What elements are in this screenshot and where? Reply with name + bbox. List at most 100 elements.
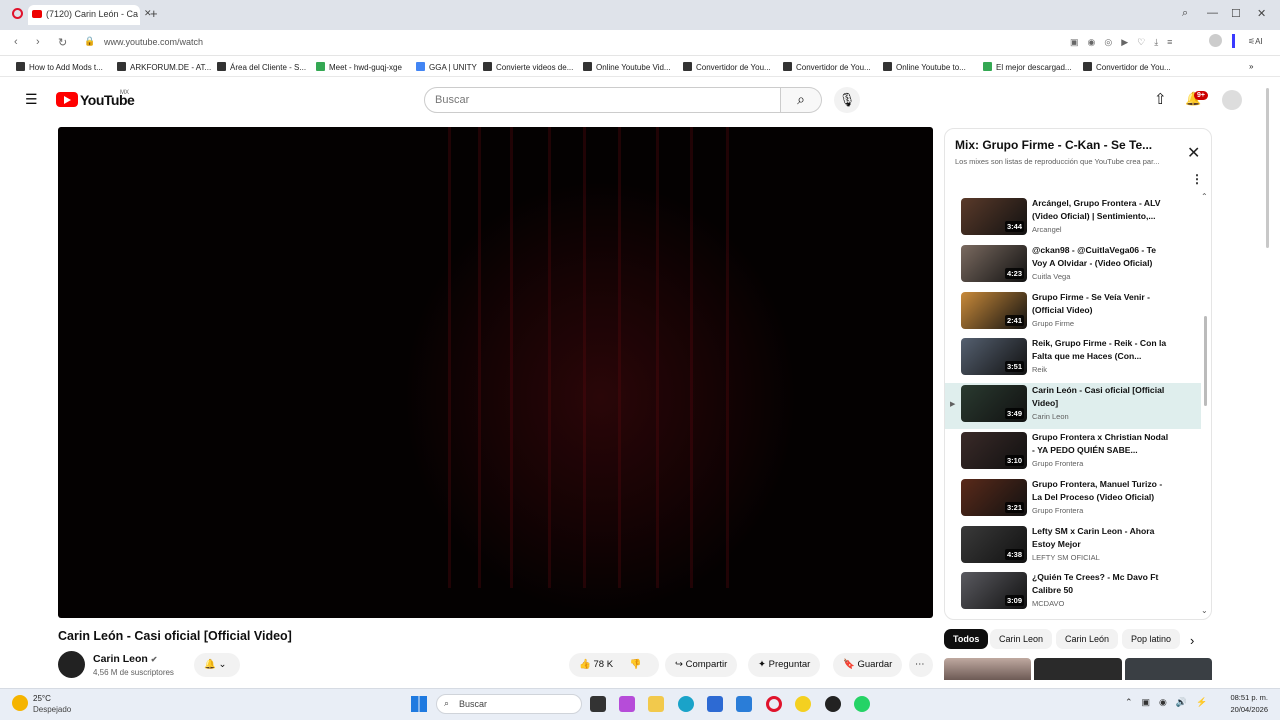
browser-tab[interactable]: (7120) Carin León - Ca — [28, 5, 140, 25]
dislike-icon[interactable]: 👎 — [630, 659, 642, 670]
ai-icon[interactable]: ⚟AI — [1248, 37, 1263, 46]
opera-logo-icon[interactable] — [12, 8, 23, 19]
video-thumbnail[interactable]: 4:23 — [961, 244, 1027, 282]
playlist-scrollbar[interactable] — [1204, 316, 1207, 406]
bookmark-item[interactable]: Online Youtube Vid... — [583, 62, 671, 72]
new-tab-icon[interactable]: + — [150, 6, 158, 21]
playlist-item-title[interactable]: Grupo Firme - Se Veía Venir - (Official … — [1032, 291, 1172, 317]
search-input[interactable]: Buscar — [424, 87, 781, 113]
back-icon[interactable]: ‹ — [14, 36, 18, 48]
system-tray-icons[interactable]: ⌃▣◉🔊⚡ — [1125, 697, 1216, 708]
chip-carin-leon-accent[interactable]: Carin León — [1056, 629, 1119, 649]
playlist-item-title[interactable]: Grupo Frontera, Manuel Turizo - La Del P… — [1032, 478, 1172, 504]
like-count[interactable]: 78 K — [593, 659, 613, 670]
video-thumbnail[interactable]: 3:44 — [961, 198, 1027, 235]
start-windows-icon[interactable] — [411, 696, 427, 712]
playlist-item[interactable]: 2:41 Grupo Firme - Se Veía Venir - (Offic… — [945, 290, 1201, 336]
playlist-item[interactable]: 3:51 Reik, Grupo Firme - Reik - Con la Fa… — [945, 336, 1201, 382]
app-yellow-icon[interactable] — [795, 696, 811, 712]
menu-icon[interactable]: ☰ — [25, 92, 38, 106]
video-player[interactable] — [58, 127, 933, 618]
account-avatar[interactable] — [1222, 90, 1242, 110]
whatsapp-icon[interactable] — [854, 696, 870, 712]
playlist-item[interactable]: 3:44 Arcángel, Grupo Frontera - ALV (Vide… — [945, 196, 1201, 242]
bookmark-item[interactable]: Convertidor de You... — [1083, 62, 1171, 72]
bookmark-item[interactable]: How to Add Mods t... — [16, 62, 103, 72]
app-dark-icon[interactable] — [825, 696, 841, 712]
store-icon[interactable] — [707, 696, 723, 712]
bookmark-item[interactable]: Convertidor de You... — [683, 62, 771, 72]
close-window-icon[interactable]: ✕ — [1257, 7, 1266, 20]
weather-temp[interactable]: 25°C — [33, 694, 51, 703]
clock-date[interactable]: 20/04/2026 — [1228, 705, 1268, 714]
task-view-icon[interactable] — [590, 696, 606, 712]
chevron-right-icon[interactable]: › — [1190, 633, 1194, 648]
scroll-up-icon[interactable]: ⌃ — [1201, 192, 1208, 201]
playlist-item-title[interactable]: Lefty SM x Carin Leon - Ahora Estoy Mejo… — [1032, 525, 1172, 551]
upload-icon[interactable]: ⇧ — [1154, 90, 1167, 108]
bookmarks-overflow-icon[interactable]: » — [1249, 62, 1253, 71]
reload-icon[interactable]: ↻ — [58, 36, 67, 49]
playlist-item-title[interactable]: @ckan98 - @CuitlaVega06 - Te Voy A Olvid… — [1032, 244, 1172, 270]
chip-carin-leon[interactable]: Carin Leon — [990, 629, 1053, 649]
lock-icon[interactable]: 🔒 — [84, 36, 95, 47]
ask-button[interactable]: ✦ Preguntar — [748, 653, 821, 677]
bookmark-item[interactable]: Área del Cliente - S... — [217, 62, 306, 72]
like-icon[interactable]: 👍 — [579, 659, 591, 670]
bookmark-item[interactable]: El mejor descargad... — [983, 62, 1072, 72]
toolbar-extensions-icon[interactable]: ▣◉◎▶♡⤓≡ — [1070, 37, 1181, 48]
playlist-item[interactable]: 4:23 @ckan98 - @CuitlaVega06 - Te Voy A O… — [945, 243, 1201, 289]
bookmark-item[interactable]: Convertidor de You... — [783, 62, 871, 72]
taskbar-search[interactable]: ⌕ Buscar — [436, 694, 582, 714]
more-actions-icon[interactable]: ⋯ — [909, 653, 933, 677]
subscribe-bell-button[interactable]: 🔔 ⌄ — [194, 653, 240, 677]
scroll-down-icon[interactable]: ⌄ — [1201, 606, 1208, 615]
playlist-item-title[interactable]: Grupo Frontera x Christian Nodal - YA PE… — [1032, 431, 1172, 457]
channel-name[interactable]: Carin Leon ✔ — [93, 653, 157, 665]
video-thumbnail[interactable]: 3:49 — [961, 385, 1027, 423]
playlist-item[interactable]: 4:38 Lefty SM x Carin Leon - Ahora Estoy … — [945, 524, 1201, 570]
playlist-item[interactable]: 3:21 Grupo Frontera, Manuel Turizo - La D… — [945, 477, 1201, 523]
page-scrollbar[interactable] — [1266, 88, 1269, 248]
video-thumbnail[interactable]: 3:10 — [961, 432, 1027, 469]
video-thumbnail[interactable]: 3:09 — [961, 572, 1027, 610]
file-explorer-icon[interactable] — [648, 696, 664, 712]
bookmark-item[interactable]: Online Youtube to... — [883, 62, 966, 72]
search-tabs-icon[interactable]: ⌕ — [1182, 7, 1188, 20]
opera-taskbar-icon[interactable] — [766, 696, 782, 712]
edge-icon[interactable] — [678, 696, 694, 712]
video-thumbnail[interactable]: 2:41 — [961, 291, 1027, 329]
playlist-item[interactable]: 3:09 ¿Quién Te Crees? - Mc Davo Ft Calibr… — [945, 570, 1201, 616]
profile-avatar[interactable] — [1209, 34, 1222, 47]
playlist-title[interactable]: Mix: Grupo Firme - C-Kan - Se Te... — [955, 138, 1170, 152]
share-button[interactable]: ↪ Compartir — [665, 653, 738, 677]
bookmark-item[interactable]: Convierte videos de... — [483, 62, 573, 72]
playlist-item-title[interactable]: Arcángel, Grupo Frontera - ALV (Video Of… — [1032, 197, 1172, 223]
outlook-icon[interactable] — [736, 696, 752, 712]
chip-todos[interactable]: Todos — [944, 629, 989, 649]
chip-pop-latino[interactable]: Pop latino — [1122, 629, 1181, 649]
playlist-item-title[interactable]: Reik, Grupo Firme - Reik - Con la Falta … — [1032, 337, 1172, 363]
bookmark-item[interactable]: GGA | UNITY — [416, 62, 477, 72]
voice-search-button[interactable]: 🎙 — [834, 87, 860, 113]
copilot-icon[interactable] — [619, 696, 635, 712]
playlist-item-title[interactable]: ¿Quién Te Crees? - Mc Davo Ft Calibre 50 — [1032, 571, 1172, 597]
recommended-thumbnail[interactable] — [944, 658, 1031, 680]
playlist-item[interactable]: 3:10 Grupo Frontera x Christian Nodal - Y… — [945, 430, 1201, 476]
url-field[interactable]: www.youtube.com/watch — [104, 37, 203, 47]
close-icon[interactable]: ✕ — [1187, 143, 1200, 163]
minimize-icon[interactable]: — — [1207, 7, 1218, 19]
channel-avatar[interactable] — [58, 651, 85, 678]
search-button[interactable]: ⌕ — [781, 87, 822, 113]
maximize-icon[interactable]: ☐ — [1231, 7, 1241, 20]
save-button[interactable]: 🔖 Guardar — [833, 653, 903, 677]
recommended-thumbnail[interactable] — [1034, 658, 1122, 680]
recommended-thumbnail[interactable] — [1125, 658, 1212, 680]
video-thumbnail[interactable]: 3:21 — [961, 478, 1027, 516]
forward-icon[interactable]: › — [36, 36, 40, 48]
video-thumbnail[interactable]: 3:51 — [961, 338, 1027, 376]
playlist-item[interactable]: ▶ 3:49 Carin León - Casi oficial [Official… — [945, 383, 1201, 430]
bookmark-item[interactable]: ARKFORUM.DE - AT... — [117, 62, 211, 72]
more-options-icon[interactable]: ⋮ — [1191, 172, 1203, 186]
playlist-item-title[interactable]: Carin León - Casi oficial [Official Vide… — [1032, 384, 1172, 410]
